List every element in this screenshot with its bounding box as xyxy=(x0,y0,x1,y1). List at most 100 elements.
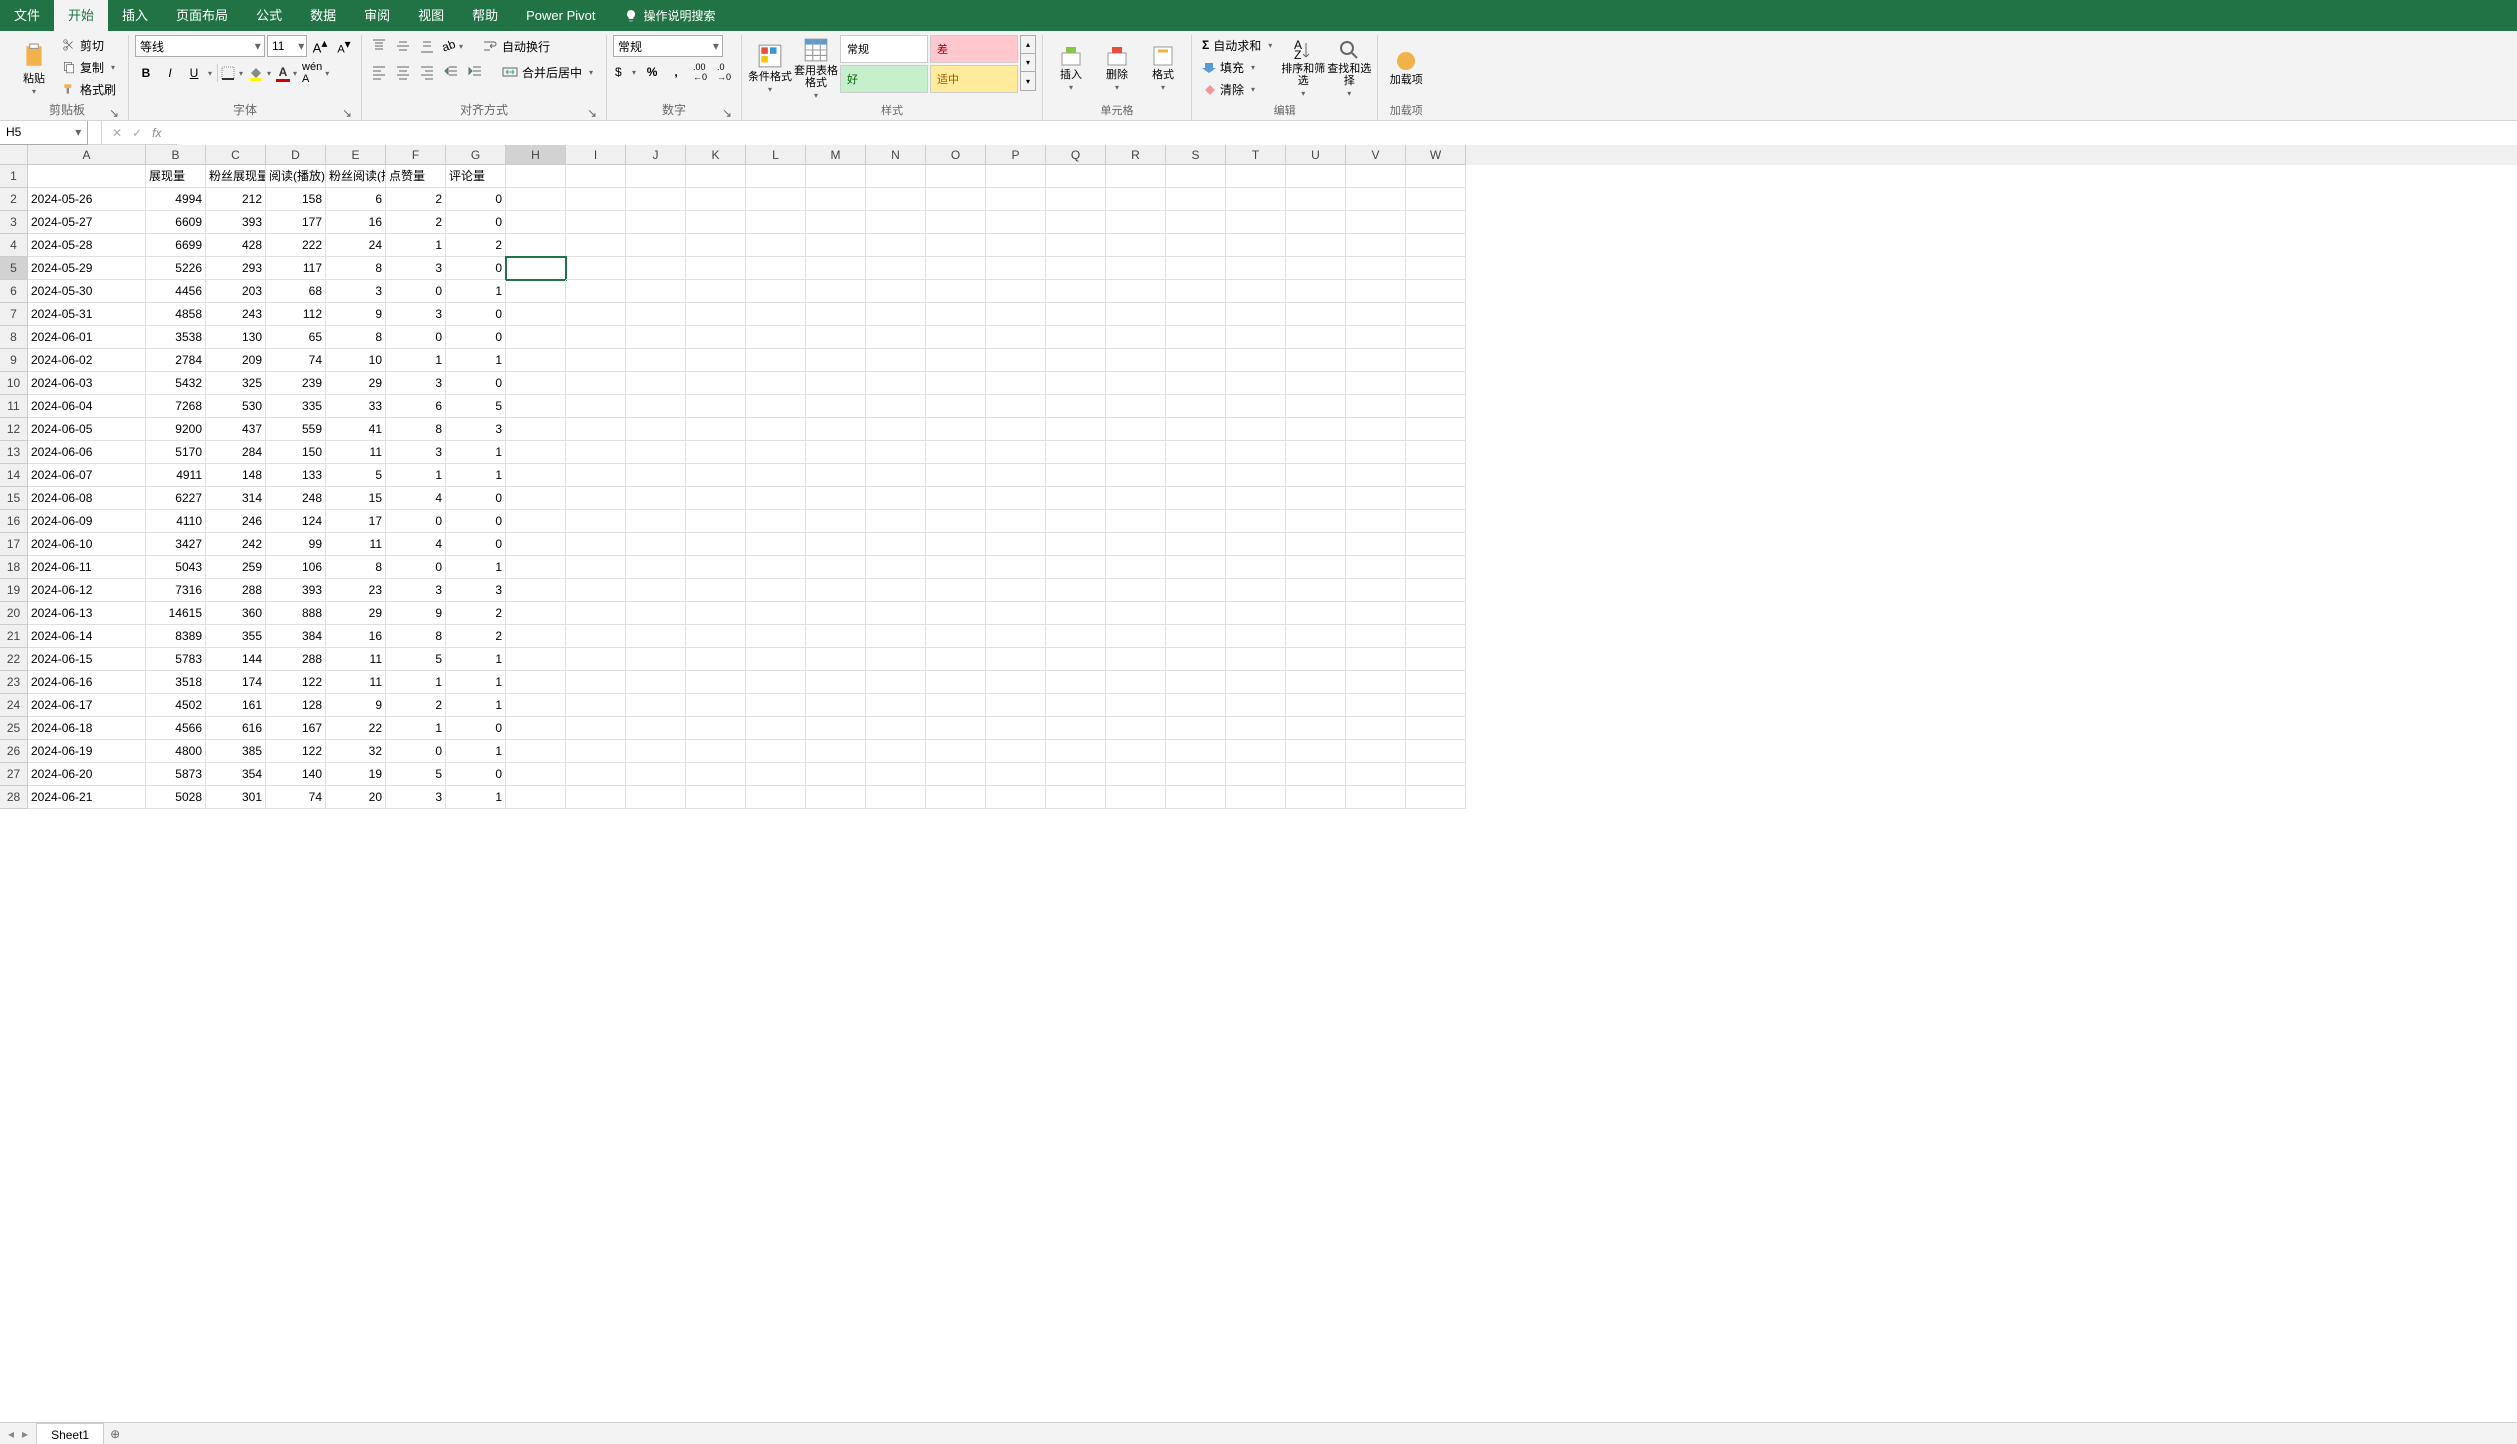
cell[interactable] xyxy=(926,487,986,510)
tab-data[interactable]: 数据 xyxy=(296,0,350,31)
cell[interactable]: 4566 xyxy=(146,717,206,740)
cell[interactable]: 3 xyxy=(386,786,446,809)
column-header[interactable]: W xyxy=(1406,145,1466,165)
cell[interactable] xyxy=(806,418,866,441)
row-header[interactable]: 16 xyxy=(0,510,28,533)
cell[interactable] xyxy=(1346,395,1406,418)
cell[interactable]: 1 xyxy=(446,464,506,487)
cell[interactable] xyxy=(926,188,986,211)
cell[interactable] xyxy=(1286,211,1346,234)
cell[interactable] xyxy=(1406,211,1466,234)
cell[interactable] xyxy=(926,280,986,303)
cell[interactable] xyxy=(746,487,806,510)
cell[interactable] xyxy=(746,280,806,303)
cell[interactable] xyxy=(1106,487,1166,510)
cell[interactable]: 11 xyxy=(326,671,386,694)
cell[interactable]: 2 xyxy=(446,234,506,257)
cell[interactable] xyxy=(566,303,626,326)
cell[interactable]: 7316 xyxy=(146,579,206,602)
cell[interactable] xyxy=(566,395,626,418)
cell[interactable] xyxy=(806,740,866,763)
cell[interactable] xyxy=(506,211,566,234)
row-header[interactable]: 10 xyxy=(0,372,28,395)
cell[interactable]: 128 xyxy=(266,694,326,717)
cell[interactable]: 68 xyxy=(266,280,326,303)
cell[interactable] xyxy=(1046,717,1106,740)
tab-review[interactable]: 审阅 xyxy=(350,0,404,31)
cell[interactable]: 2024-06-16 xyxy=(28,671,146,694)
cell[interactable] xyxy=(866,395,926,418)
cell[interactable] xyxy=(1106,303,1166,326)
cell[interactable] xyxy=(1346,464,1406,487)
align-bottom-button[interactable] xyxy=(416,35,438,57)
cell[interactable] xyxy=(566,418,626,441)
underline-button[interactable]: U▾ xyxy=(183,62,215,84)
cell[interactable] xyxy=(1226,717,1286,740)
cell[interactable] xyxy=(626,556,686,579)
cell[interactable]: 301 xyxy=(206,786,266,809)
cell[interactable]: 209 xyxy=(206,349,266,372)
cell[interactable]: 6 xyxy=(326,188,386,211)
cell[interactable] xyxy=(1346,533,1406,556)
cell[interactable]: 1 xyxy=(386,717,446,740)
cell[interactable] xyxy=(986,487,1046,510)
cell[interactable]: 1 xyxy=(446,671,506,694)
cell[interactable] xyxy=(1286,418,1346,441)
cell[interactable] xyxy=(1406,602,1466,625)
cell[interactable] xyxy=(1286,441,1346,464)
cell[interactable] xyxy=(926,740,986,763)
cell[interactable] xyxy=(1406,694,1466,717)
cell[interactable] xyxy=(746,165,806,188)
cell[interactable] xyxy=(626,211,686,234)
column-header[interactable]: C xyxy=(206,145,266,165)
cell[interactable] xyxy=(806,257,866,280)
cell[interactable]: 174 xyxy=(206,671,266,694)
cell[interactable] xyxy=(506,487,566,510)
column-header[interactable]: M xyxy=(806,145,866,165)
border-button[interactable]: ▾ xyxy=(220,65,246,81)
cell[interactable]: 0 xyxy=(446,188,506,211)
font-color-button[interactable]: A▾ xyxy=(276,65,300,82)
cell[interactable] xyxy=(1226,579,1286,602)
cell[interactable] xyxy=(806,602,866,625)
enter-icon[interactable]: ✓ xyxy=(132,126,142,140)
cell[interactable] xyxy=(746,257,806,280)
cell[interactable]: 6 xyxy=(386,395,446,418)
cell[interactable]: 2024-06-11 xyxy=(28,556,146,579)
tab-powerpivot[interactable]: Power Pivot xyxy=(512,0,609,31)
cell[interactable] xyxy=(1046,625,1106,648)
cell[interactable] xyxy=(926,257,986,280)
cell[interactable]: 106 xyxy=(266,556,326,579)
cell[interactable] xyxy=(806,234,866,257)
cell[interactable]: 6609 xyxy=(146,211,206,234)
cell[interactable] xyxy=(806,280,866,303)
row-header[interactable]: 19 xyxy=(0,579,28,602)
column-header[interactable]: P xyxy=(986,145,1046,165)
cell[interactable] xyxy=(506,510,566,533)
cell[interactable] xyxy=(626,694,686,717)
cell[interactable] xyxy=(566,487,626,510)
cell[interactable] xyxy=(686,763,746,786)
cell[interactable] xyxy=(1346,280,1406,303)
cell[interactable]: 288 xyxy=(206,579,266,602)
cell[interactable]: 8 xyxy=(386,625,446,648)
column-header[interactable]: B xyxy=(146,145,206,165)
cell[interactable] xyxy=(806,671,866,694)
cell[interactable]: 8 xyxy=(326,326,386,349)
cell[interactable] xyxy=(1226,418,1286,441)
cell[interactable]: 7268 xyxy=(146,395,206,418)
row-header[interactable]: 3 xyxy=(0,211,28,234)
cell[interactable] xyxy=(986,372,1046,395)
cell[interactable]: 1 xyxy=(386,349,446,372)
cell[interactable]: 150 xyxy=(266,441,326,464)
column-header[interactable]: N xyxy=(866,145,926,165)
cell[interactable] xyxy=(1286,165,1346,188)
worksheet-grid[interactable]: ABCDEFGHIJKLMNOPQRSTUVW 1234567891011121… xyxy=(0,145,2517,809)
cell[interactable] xyxy=(1166,257,1226,280)
cell[interactable] xyxy=(1286,326,1346,349)
cell[interactable]: 点赞量 xyxy=(386,165,446,188)
cell[interactable]: 888 xyxy=(266,602,326,625)
cell[interactable] xyxy=(746,441,806,464)
cell[interactable] xyxy=(566,349,626,372)
cell[interactable] xyxy=(806,786,866,809)
